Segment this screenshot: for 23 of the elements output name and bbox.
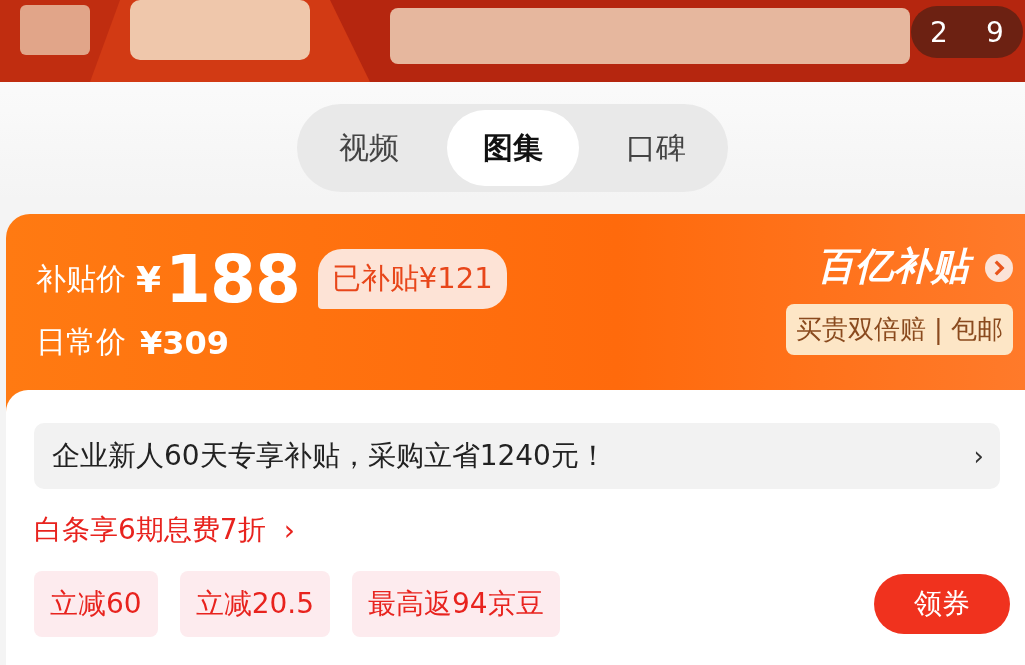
subsidy-price-label: 补贴价 — [36, 259, 126, 298]
chevron-right-icon[interactable] — [985, 253, 1013, 282]
current-image-number: 2 — [930, 15, 948, 49]
chevron-text: › — [283, 513, 295, 547]
coupon-tag[interactable]: 最高返94京豆 — [352, 571, 560, 637]
installment-offer[interactable]: 白条享6期息费7折 — [34, 511, 266, 549]
daily-price: ¥309 — [140, 323, 230, 362]
chevron-text: › — [973, 441, 984, 471]
tab[interactable]: 口碑 — [590, 110, 722, 186]
tab[interactable]: 视频 — [303, 110, 435, 186]
currency-symbol: ¥ — [136, 258, 162, 300]
subsidy-price: 188 — [165, 240, 300, 318]
daily-price-label: 日常价 — [36, 323, 126, 361]
tab[interactable]: 图集 — [446, 110, 579, 186]
subsidy-logo: 百亿补贴 — [815, 242, 977, 294]
total-images-number: 9 — [986, 15, 1004, 49]
subsidized-amount-tag: 已补贴¥121 — [317, 249, 507, 309]
coupon-tag[interactable]: 立减20.5 — [179, 571, 330, 637]
coupon-tag[interactable]: 立减60 — [34, 571, 158, 637]
promo-text: 企业新人60天专享补贴，采购立省1240元！ — [52, 438, 607, 474]
get-coupon-button[interactable]: 领券 — [874, 574, 1010, 634]
promo-bar[interactable]: 企业新人60天专享补贴，采购立省1240元！ › — [34, 423, 1000, 489]
guarantee-badge: 买贵双倍赔 | 包邮 — [785, 303, 1013, 355]
